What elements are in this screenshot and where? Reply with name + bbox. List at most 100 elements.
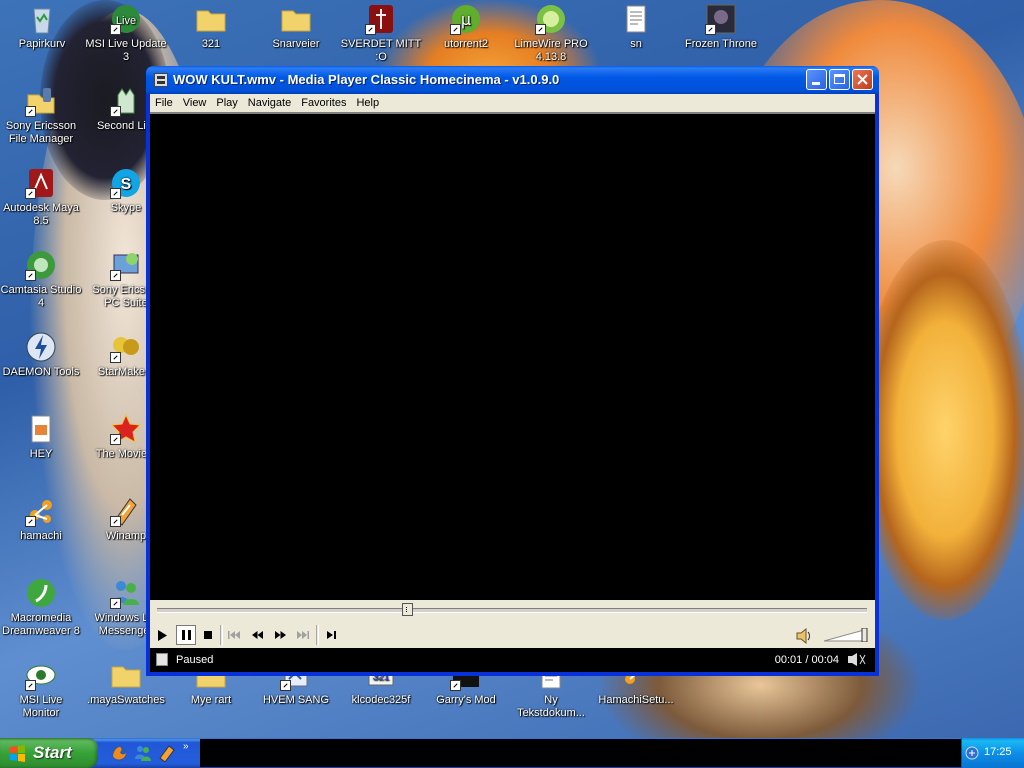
window-titlebar[interactable]: WOW KULT.wmv - Media Player Classic Home…: [146, 66, 879, 94]
skip-back-icon: [228, 631, 240, 639]
seek-thumb[interactable]: [401, 603, 413, 616]
menu-help[interactable]: Help: [351, 94, 384, 112]
volume-slider[interactable]: [824, 628, 868, 642]
menu-file[interactable]: File: [150, 94, 178, 112]
folder-icon: [196, 10, 226, 32]
pause-icon: [181, 630, 191, 640]
audio-channel-icon[interactable]: [847, 653, 867, 666]
desktop-icon-label: Sony Ericsson File Manager: [5, 120, 77, 145]
desktop-icon-sony-ericsson-file-manager[interactable]: Sony Ericsson File Manager: [0, 85, 82, 146]
stop-button[interactable]: [198, 625, 218, 645]
desktop-icon-label: klcodec325f: [351, 694, 411, 706]
desktop-icon-label: Camtasia Studio 4: [0, 284, 82, 309]
quick-launch-more-button[interactable]: »: [183, 741, 189, 752]
desktop-icon-recycle-bin[interactable]: Papirkurv: [1, 3, 83, 51]
desktop-icon-label: utorrent2: [443, 38, 489, 50]
desktop-icon-label: LimeWire PRO 4.13.8: [514, 38, 588, 63]
frame-step-icon: [327, 631, 336, 639]
desktop-icon-dreamweaver[interactable]: Macromedia Dreamweaver 8: [0, 577, 82, 638]
video-area[interactable]: [150, 112, 875, 600]
desktop-icon-snarveier[interactable]: Snarveier: [255, 3, 337, 51]
frame-step-button[interactable]: [322, 625, 342, 645]
controls-separator: [316, 625, 319, 645]
desktop-icon-utorrent[interactable]: µ utorrent2: [425, 3, 507, 51]
desktop-icon-label: HVEM SANG: [262, 694, 329, 706]
desktop-icon-daemon-tools[interactable]: DAEMON Tools: [0, 331, 82, 379]
desktop-icon-frozen-throne[interactable]: Frozen Throne: [680, 3, 762, 51]
desktop-icon-maya[interactable]: Autodesk Maya 8.5: [0, 167, 82, 228]
close-button[interactable]: [852, 69, 873, 90]
taskbar: Start » 17:25: [0, 738, 1024, 768]
maximize-button[interactable]: [829, 69, 850, 90]
recycle-bin-icon: [33, 8, 51, 34]
desktop-icon-limewire[interactable]: LimeWire PRO 4.13.8: [510, 3, 592, 64]
rewind-icon: [251, 631, 263, 639]
minimize-button[interactable]: [806, 69, 827, 90]
desktop-icon-msi-live-monitor[interactable]: MSI Live Monitor: [0, 659, 82, 720]
svg-text:S: S: [121, 176, 132, 193]
desktop-icon-label: Garry's Mod: [436, 694, 496, 706]
folder-icon: [111, 666, 141, 688]
menu-navigate[interactable]: Navigate: [243, 94, 296, 112]
start-label: Start: [33, 743, 72, 762]
desktop-icon-label: DAEMON Tools: [2, 366, 80, 378]
play-button[interactable]: [152, 625, 172, 645]
start-button[interactable]: Start: [0, 738, 98, 768]
seek-bar[interactable]: [157, 608, 867, 613]
mute-button[interactable]: [795, 628, 815, 644]
desktop-icon-sn[interactable]: sn: [595, 3, 677, 51]
network-icon[interactable]: [965, 746, 979, 760]
desktop-icon-label: Snarveier: [272, 38, 320, 50]
desktop-icon-label: Mye rart: [190, 694, 232, 706]
desktop-icon-hey[interactable]: HEY: [0, 413, 82, 461]
pause-button[interactable]: [176, 625, 196, 645]
desktop-icon-sverdet-mitt[interactable]: SVERDET MITT :O: [340, 3, 422, 64]
time-display[interactable]: 00:01 / 00:04: [775, 654, 839, 666]
app-icon[interactable]: [154, 73, 168, 87]
messenger-icon[interactable]: [134, 744, 152, 762]
desktop-icon-msi-live-update[interactable]: Live MSI Live Update 3: [85, 3, 167, 64]
media-player-window: WOW KULT.wmv - Media Player Classic Home…: [146, 66, 879, 676]
play-icon: [158, 630, 167, 641]
rewind-button[interactable]: [247, 625, 267, 645]
folder-icon: [281, 10, 311, 32]
text-document-icon: [626, 5, 646, 33]
taskbar-buttons-area: [200, 739, 961, 767]
next-button[interactable]: [293, 625, 313, 645]
winamp-icon[interactable]: [158, 744, 176, 762]
menu-play[interactable]: Play: [211, 94, 242, 112]
fast-forward-icon: [274, 631, 286, 639]
desktop-icon-camtasia[interactable]: Camtasia Studio 4: [0, 249, 82, 310]
desktop-icon-hamachi[interactable]: hamachi: [0, 495, 82, 543]
system-tray: 17:25: [961, 738, 1024, 768]
controls-separator: [220, 625, 223, 645]
skip-forward-icon: [297, 631, 309, 639]
windows-logo-icon: [10, 745, 25, 762]
desktop-icon-label: sn: [630, 38, 642, 50]
previous-button[interactable]: [224, 625, 244, 645]
window-title: WOW KULT.wmv - Media Player Classic Home…: [173, 72, 560, 87]
fast-forward-button[interactable]: [270, 625, 290, 645]
dreamweaver-icon: [27, 579, 55, 607]
desktop-icon-label: SVERDET MITT :O: [340, 38, 422, 63]
status-file-icon: [156, 653, 168, 666]
maximize-icon: [834, 74, 845, 84]
desktop-icon-label: HamachiSetu...: [598, 694, 674, 706]
desktop-icon-label: HEY: [29, 448, 53, 460]
desktop-icon-label: hamachi: [20, 530, 62, 542]
volume-thumb[interactable]: [861, 628, 868, 642]
desktop-icon-label: MSI Live Monitor: [19, 694, 63, 719]
desktop-icon-label: .mayaSwatches: [87, 694, 165, 706]
playback-controls: [150, 600, 875, 648]
desktop-icon-321[interactable]: 321: [170, 3, 252, 51]
firefox-icon[interactable]: [110, 744, 128, 762]
desktop-icon-label: Ny Tekstdokum...: [517, 694, 585, 719]
system-clock[interactable]: 17:25: [984, 746, 1012, 758]
desktop-icon-label: 321: [201, 38, 221, 50]
wallpaper-lion-plush: [860, 240, 1024, 620]
desktop-icon-label: Papirkurv: [18, 38, 66, 50]
desktop-icon-label: Autodesk Maya 8.5: [3, 202, 79, 227]
playback-status: Paused: [176, 654, 214, 666]
menu-favorites[interactable]: Favorites: [296, 94, 351, 112]
menu-view[interactable]: View: [178, 94, 212, 112]
